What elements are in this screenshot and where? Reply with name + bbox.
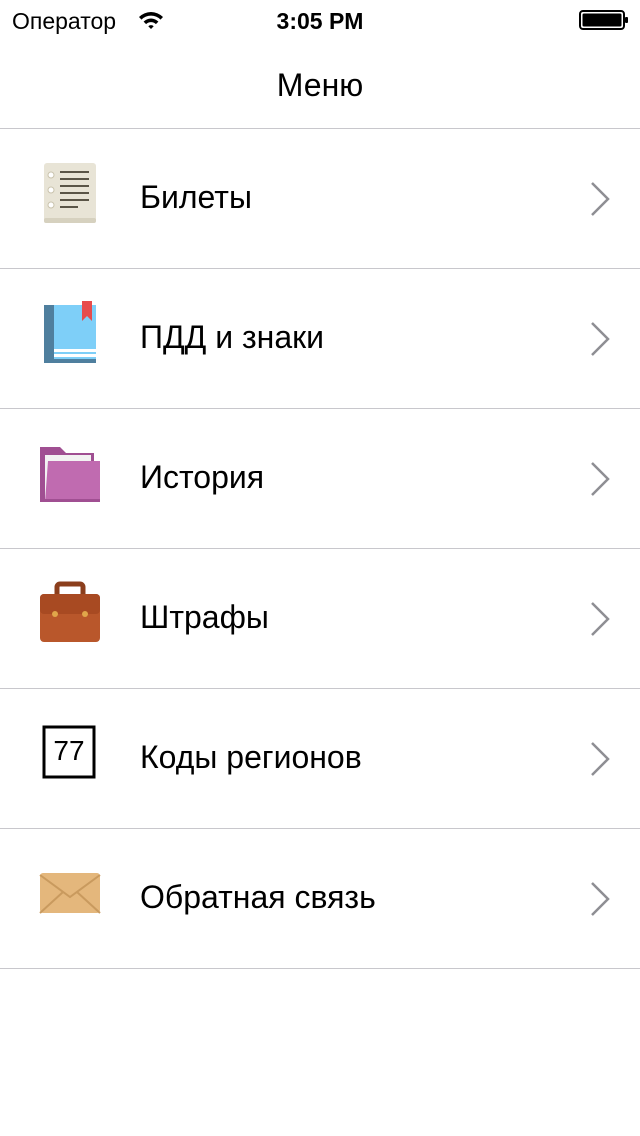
briefcase-icon <box>40 581 100 642</box>
menu-item-label: Штрафы <box>140 599 269 635</box>
battery-icon <box>579 10 628 30</box>
menu-item-feedback[interactable]: Обратная связь <box>0 829 640 969</box>
menu-item-history[interactable]: История <box>0 409 640 549</box>
chevron-right-icon <box>591 462 610 496</box>
menu-item-fines[interactable]: Штрафы <box>0 549 640 689</box>
status-bar: Оператор 3:05 PM <box>0 0 640 40</box>
region-code-icon: 77 <box>42 725 96 779</box>
menu-item-rules-and-signs[interactable]: ПДД и знаки <box>0 269 640 409</box>
chevron-right-icon <box>591 882 610 916</box>
status-time: 3:05 PM <box>276 8 364 34</box>
chevron-right-icon <box>591 742 610 776</box>
envelope-icon <box>39 873 101 914</box>
menu-item-label: Билеты <box>140 179 252 215</box>
page-title: Меню <box>276 67 364 103</box>
menu-item-label: Обратная связь <box>140 879 376 915</box>
folder-icon <box>40 447 100 502</box>
chevron-right-icon <box>591 322 610 356</box>
chevron-right-icon <box>591 182 610 216</box>
menu-item-label: Коды регионов <box>140 739 362 775</box>
menu-item-label: История <box>140 459 265 495</box>
menu-item-tickets[interactable]: Билеты <box>0 129 640 269</box>
menu-list: Билеты ПДД и знаки История Штрафы 77 Код… <box>0 129 640 969</box>
menu-item-label: ПДД и знаки <box>140 319 325 355</box>
menu-item-region-codes[interactable]: 77 Коды регионов <box>0 689 640 829</box>
region-code-text: 77 <box>53 735 84 766</box>
chevron-right-icon <box>591 602 610 636</box>
book-icon <box>44 301 96 363</box>
navigation-bar: Меню <box>0 40 640 129</box>
notepad-icon <box>44 163 96 223</box>
